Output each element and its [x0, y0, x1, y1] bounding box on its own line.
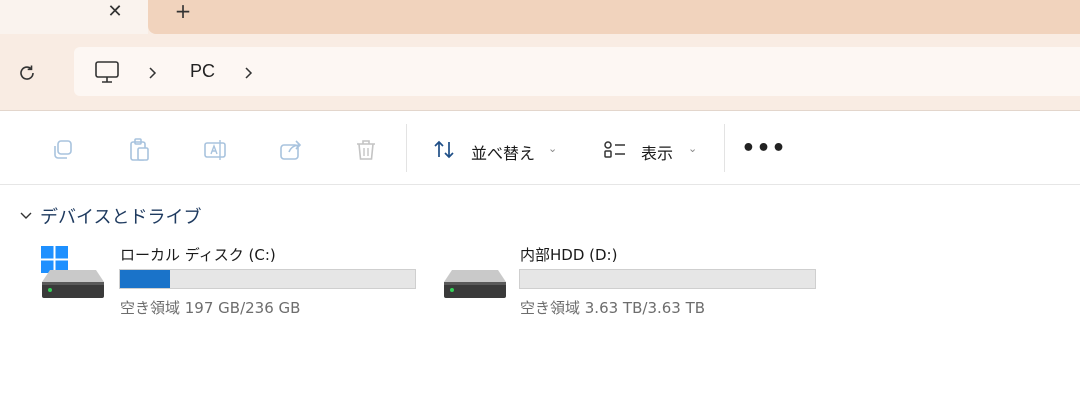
hard-drive-icon: [442, 266, 508, 316]
hard-drive-icon: [40, 266, 106, 316]
drive-free-space: 空き領域 197 GB/236 GB: [120, 299, 301, 317]
title-chrome: ✕ + PC: [0, 0, 1080, 111]
drive-item-c[interactable]: ローカル ディスク (C:) 空き領域 197 GB/236 GB: [40, 244, 420, 317]
view-icon[interactable]: [602, 137, 628, 163]
tab-strip: ✕ +: [0, 0, 1080, 34]
command-separator: [724, 124, 725, 172]
drive-usage-fill: [120, 270, 171, 288]
drive-name: 内部HDD (D:): [520, 246, 618, 264]
refresh-icon[interactable]: [14, 60, 40, 86]
drive-usage-bar: [519, 269, 816, 289]
chevron-down-icon[interactable]: ⌄: [688, 142, 697, 155]
tab-active[interactable]: ✕: [0, 0, 148, 34]
copy-icon[interactable]: [50, 137, 76, 163]
devices-group-header[interactable]: デバイスとドライブ: [18, 203, 201, 229]
new-tab-icon[interactable]: +: [172, 0, 194, 23]
drive-free-space: 空き領域 3.63 TB/3.63 TB: [520, 299, 706, 317]
chevron-down-icon[interactable]: ⌄: [548, 142, 557, 155]
rename-icon[interactable]: [202, 137, 228, 163]
view-button-label[interactable]: 表示: [641, 140, 673, 164]
more-options-icon[interactable]: •••: [741, 134, 785, 162]
delete-icon[interactable]: [353, 137, 379, 163]
sort-icon[interactable]: [431, 137, 457, 163]
address-bar[interactable]: PC: [74, 47, 1080, 96]
sort-button-label[interactable]: 並べ替え: [471, 140, 535, 164]
monitor-icon[interactable]: [94, 60, 120, 84]
chevron-right-icon[interactable]: [242, 65, 256, 79]
command-separator: [406, 124, 407, 172]
tab-strip-background: [148, 0, 1080, 34]
close-tab-icon[interactable]: ✕: [104, 0, 126, 22]
paste-icon[interactable]: [126, 137, 152, 163]
drive-usage-bar: [119, 269, 416, 289]
chevron-down-icon[interactable]: [18, 208, 34, 224]
group-title: デバイスとドライブ: [40, 207, 202, 228]
breadcrumb-pc[interactable]: PC: [190, 61, 215, 82]
chevron-right-icon[interactable]: [146, 65, 160, 79]
drive-item-d[interactable]: 内部HDD (D:) 空き領域 3.63 TB/3.63 TB: [440, 244, 820, 317]
command-bar: 並べ替え ⌄ 表示 ⌄ •••: [0, 112, 1080, 185]
drive-name: ローカル ディスク (C:): [120, 246, 276, 264]
share-icon[interactable]: [278, 137, 304, 163]
